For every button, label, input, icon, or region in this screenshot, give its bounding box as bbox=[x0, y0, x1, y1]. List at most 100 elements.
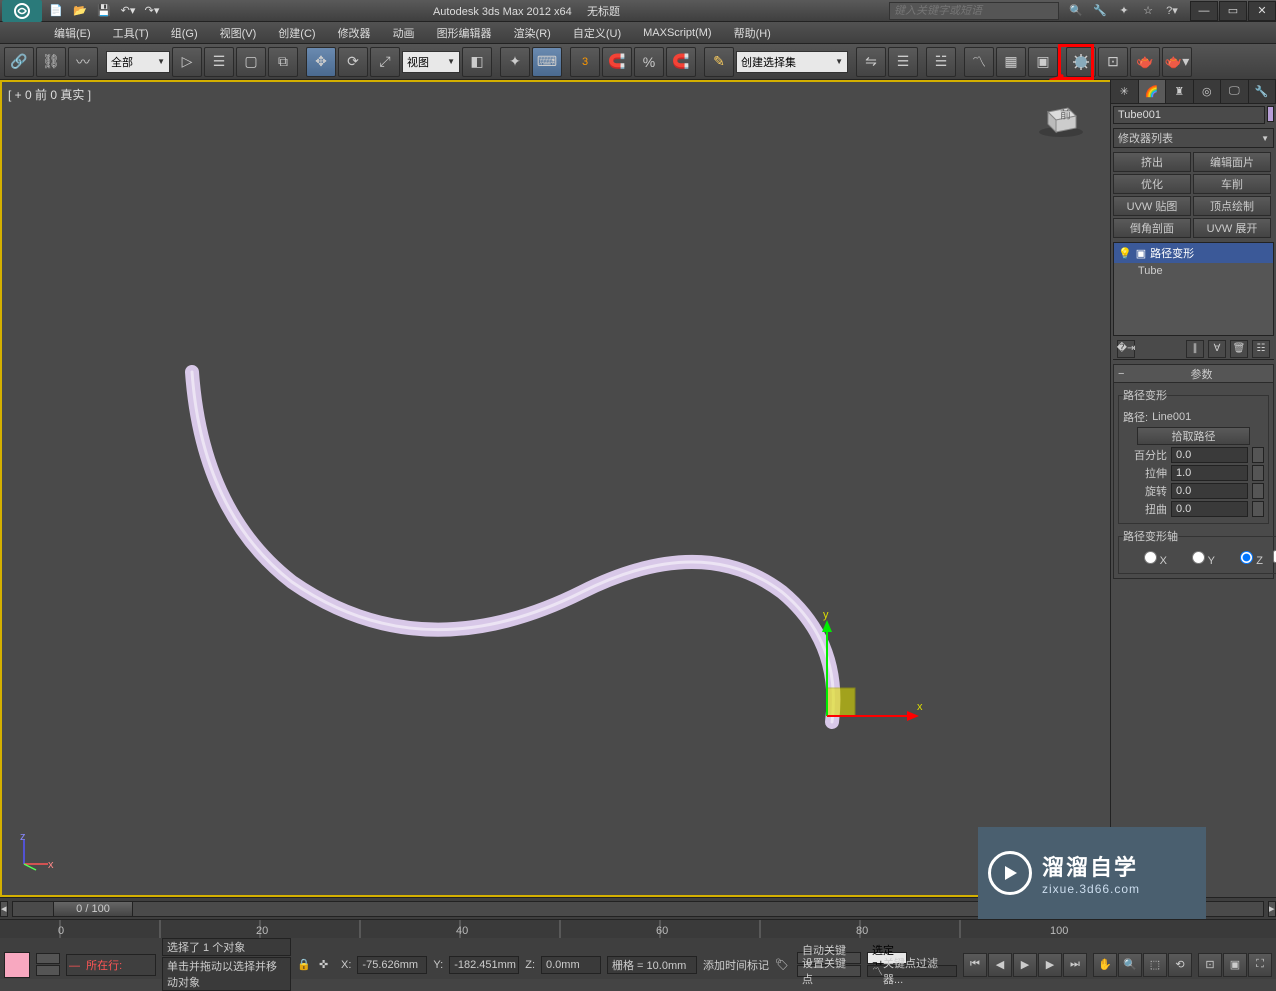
percent-spinner[interactable]: 0.0 bbox=[1171, 447, 1248, 463]
tab-hierarchy[interactable]: ♜ bbox=[1166, 80, 1194, 103]
flip-checkbox[interactable]: 翻转 bbox=[1267, 550, 1276, 567]
minimize-button[interactable]: — bbox=[1190, 1, 1218, 21]
z-field[interactable]: 0.0mm bbox=[541, 956, 601, 974]
menu-edit[interactable]: 编辑(E) bbox=[46, 23, 99, 43]
pin-stack-icon[interactable]: �⇥ bbox=[1117, 340, 1135, 358]
mod-btn-lathe[interactable]: 车削 bbox=[1193, 174, 1271, 194]
mod-btn-editpatch[interactable]: 编辑面片 bbox=[1193, 152, 1271, 172]
mod-btn-optimize[interactable]: 优化 bbox=[1113, 174, 1191, 194]
menu-modifiers[interactable]: 修改器 bbox=[330, 23, 379, 43]
twist-spinner[interactable]: 0.0 bbox=[1171, 501, 1248, 517]
search-input[interactable] bbox=[889, 2, 1059, 20]
redo-icon[interactable]: ↷▾ bbox=[140, 1, 164, 21]
viewport-zoom-icon[interactable]: 🔍 bbox=[1118, 953, 1142, 977]
select-icon[interactable]: ▷ bbox=[172, 47, 202, 77]
tab-create[interactable]: ✳ bbox=[1111, 80, 1139, 103]
spinner-snap-icon[interactable]: 🧲 bbox=[666, 47, 696, 77]
move-gizmo[interactable]: y x bbox=[797, 612, 937, 742]
mod-btn-uvwmap[interactable]: UVW 贴图 bbox=[1113, 196, 1191, 216]
axis-x-radio[interactable]: X bbox=[1123, 551, 1167, 567]
menu-group[interactable]: 组(G) bbox=[163, 23, 206, 43]
x-field[interactable]: -75.626mm bbox=[357, 956, 427, 974]
play-icon[interactable]: ▶ bbox=[1013, 953, 1037, 977]
viewport-zoomext-icon[interactable]: ⊡ bbox=[1198, 953, 1222, 977]
prev-frame-icon[interactable]: ◀ bbox=[988, 953, 1012, 977]
stretch-spinner-arrows[interactable] bbox=[1252, 465, 1264, 481]
lightbulb-icon[interactable]: 💡 bbox=[1118, 247, 1132, 260]
axis-z-radio[interactable]: Z bbox=[1219, 551, 1263, 567]
scale-icon[interactable]: ⤢ bbox=[370, 47, 400, 77]
set-key-icon[interactable] bbox=[36, 953, 60, 964]
make-unique-icon[interactable]: ∀ bbox=[1208, 340, 1226, 358]
menu-maxscript[interactable]: MAXScript(M) bbox=[635, 25, 719, 41]
edit-named-sel-icon[interactable]: ✎ bbox=[704, 47, 734, 77]
move-icon[interactable]: ✥ bbox=[306, 47, 336, 77]
curve-editor-icon[interactable]: 〽 bbox=[964, 47, 994, 77]
setkey-button[interactable]: 设置关键点 bbox=[797, 965, 861, 977]
new-icon[interactable]: 📄 bbox=[44, 1, 68, 21]
undo-icon[interactable]: ↶▾ bbox=[116, 1, 140, 21]
rotate-icon[interactable]: ⟳ bbox=[338, 47, 368, 77]
material-editor-icon[interactable]: ▣ bbox=[1028, 47, 1058, 77]
bind-icon[interactable]: 〰 bbox=[68, 47, 98, 77]
tab-modify[interactable]: 🌈 bbox=[1139, 80, 1167, 103]
window-crossing-icon[interactable]: ⧉ bbox=[268, 47, 298, 77]
percent-spinner-arrows[interactable] bbox=[1252, 447, 1264, 463]
link-icon[interactable]: 🔗 bbox=[4, 47, 34, 77]
key-filter-button[interactable]: 〽 关键点过滤器... bbox=[867, 965, 957, 977]
search-icon[interactable]: 🔍 bbox=[1065, 1, 1087, 21]
star-icon[interactable]: ☆ bbox=[1137, 1, 1159, 21]
snap-3-icon[interactable]: 3 bbox=[570, 47, 600, 77]
pivot-icon[interactable]: ◧ bbox=[462, 47, 492, 77]
rotate-spinner-arrows[interactable] bbox=[1252, 483, 1264, 499]
time-slider-thumb[interactable]: 0 / 100 bbox=[53, 901, 133, 917]
align-icon[interactable]: ☰ bbox=[888, 47, 918, 77]
app-icon[interactable] bbox=[2, 0, 42, 22]
menu-rendering[interactable]: 渲染(R) bbox=[506, 23, 559, 43]
goto-start-icon[interactable]: ⏮ bbox=[963, 953, 987, 977]
exchange-icon[interactable]: ✦ bbox=[1113, 1, 1135, 21]
modifier-list-dropdown[interactable]: 修改器列表▼ bbox=[1113, 128, 1274, 148]
tab-utilities[interactable]: 🔧 bbox=[1249, 80, 1276, 103]
y-field[interactable]: -182.451mm bbox=[449, 956, 519, 974]
time-scroll-right[interactable]: ▸ bbox=[1268, 901, 1276, 917]
render-iterate-icon[interactable]: 🫖▾ bbox=[1162, 47, 1192, 77]
lock-icon[interactable]: 🔒 bbox=[297, 958, 313, 971]
configure-icon[interactable]: ☷ bbox=[1252, 340, 1270, 358]
mirror-icon[interactable]: ⇋ bbox=[856, 47, 886, 77]
save-icon[interactable]: 💾 bbox=[92, 1, 116, 21]
tab-motion[interactable]: ◎ bbox=[1194, 80, 1222, 103]
viewport-region-icon[interactable]: ▣ bbox=[1223, 953, 1247, 977]
status-swatch[interactable] bbox=[4, 952, 30, 978]
manipulate-icon[interactable]: ✦ bbox=[500, 47, 530, 77]
unlink-icon[interactable]: ⛓ bbox=[36, 47, 66, 77]
selection-filter-dropdown[interactable]: 全部▼ bbox=[106, 51, 170, 73]
expand-icon[interactable]: ▣ bbox=[1136, 247, 1146, 260]
addtime-label[interactable]: 添加时间标记 bbox=[703, 957, 769, 973]
mod-btn-unwrap[interactable]: UVW 展开 bbox=[1193, 218, 1271, 238]
pick-path-button[interactable]: 拾取路径 bbox=[1137, 427, 1250, 445]
viewport-orbit-icon[interactable]: ⟲ bbox=[1168, 953, 1192, 977]
remove-mod-icon[interactable]: 🗑 bbox=[1230, 340, 1248, 358]
menu-grapheditors[interactable]: 图形编辑器 bbox=[429, 23, 500, 43]
rect-select-icon[interactable]: ▢ bbox=[236, 47, 266, 77]
show-end-icon[interactable]: ∥ bbox=[1186, 340, 1204, 358]
isolate-icon[interactable]: ✜ bbox=[319, 958, 335, 971]
rollout-params-header[interactable]: − 参数 bbox=[1114, 365, 1273, 383]
keyboard-shortcut-icon[interactable]: ⌨ bbox=[532, 47, 562, 77]
modifier-stack[interactable]: 💡 ▣ 路径变形 Tube bbox=[1113, 242, 1274, 336]
stack-item-pathdeform[interactable]: 💡 ▣ 路径变形 bbox=[1114, 243, 1273, 263]
ref-coord-dropdown[interactable]: 视图▼ bbox=[402, 51, 460, 73]
maximize-button[interactable]: ▭ bbox=[1219, 1, 1247, 21]
axis-y-radio[interactable]: Y bbox=[1171, 551, 1215, 567]
key-icon[interactable]: 🔧 bbox=[1089, 1, 1111, 21]
mod-btn-extrude[interactable]: 挤出 bbox=[1113, 152, 1191, 172]
open-icon[interactable]: 📂 bbox=[68, 1, 92, 21]
viewport[interactable]: [ + 0 前 0 真实 ] 前 y x bbox=[0, 80, 1110, 897]
named-selection-dropdown[interactable]: 创建选择集▼ bbox=[736, 51, 848, 73]
time-scroll-left[interactable]: ◂ bbox=[0, 901, 8, 917]
menu-create[interactable]: 创建(C) bbox=[270, 23, 323, 43]
render-prod-icon[interactable]: 🫖 bbox=[1130, 47, 1160, 77]
tab-display[interactable]: 🖵 bbox=[1221, 80, 1249, 103]
menu-view[interactable]: 视图(V) bbox=[212, 23, 265, 43]
